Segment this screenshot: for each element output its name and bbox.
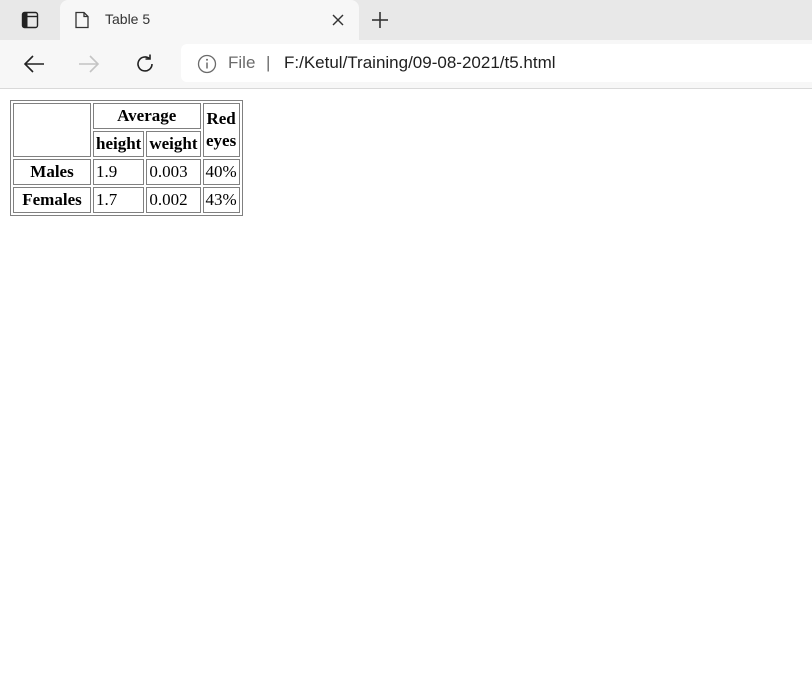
arrow-left-icon	[23, 55, 44, 73]
arrow-right-icon	[79, 55, 100, 73]
data-table: Average Red eyes height weight Males 1.9…	[10, 100, 243, 216]
url-scheme-label: File	[228, 53, 256, 72]
address-bar[interactable]: File | F:/Ketul/Training/09-08-2021/t5.h…	[181, 44, 812, 82]
header-average: Average	[93, 103, 201, 129]
row-label: Females	[13, 187, 91, 213]
table-row: Males 1.9 0.003 40%	[13, 159, 240, 185]
url-separator: |	[266, 53, 271, 72]
page-icon	[75, 11, 89, 29]
cell-weight: 0.003	[146, 159, 201, 185]
corner-cell	[13, 103, 91, 157]
header-height: height	[93, 131, 145, 157]
header-red-eyes: Red eyes	[202, 103, 240, 157]
browser-toolbar: File | F:/Ketul/Training/09-08-2021/t5.h…	[0, 40, 812, 89]
refresh-button[interactable]	[133, 52, 157, 76]
forward-button[interactable]	[77, 52, 101, 76]
cell-weight: 0.002	[146, 187, 201, 213]
tab-actions-icon	[21, 11, 39, 29]
tab-strip: Table 5	[0, 0, 812, 40]
tab-title: Table 5	[105, 11, 151, 27]
plus-icon	[372, 12, 388, 28]
header-red-eyes-line1: Red	[206, 109, 236, 128]
tab-close-button[interactable]	[330, 12, 346, 28]
cell-red-eyes: 43%	[202, 187, 240, 213]
cell-height: 1.9	[93, 159, 145, 185]
header-weight: weight	[146, 131, 201, 157]
cell-height: 1.7	[93, 187, 145, 213]
new-tab-button[interactable]	[368, 8, 392, 32]
header-red-eyes-line2: eyes	[205, 131, 237, 150]
url-text[interactable]: F:/Ketul/Training/09-08-2021/t5.html	[284, 53, 556, 73]
refresh-icon	[137, 54, 153, 72]
cell-red-eyes: 40%	[202, 159, 240, 185]
table-header-row: Average Red eyes	[13, 103, 240, 157]
close-icon	[332, 14, 344, 26]
tab-actions-button[interactable]	[16, 9, 44, 31]
tab-active[interactable]: Table 5	[60, 0, 359, 40]
table-row: Females 1.7 0.002 43%	[13, 187, 240, 213]
info-icon[interactable]	[197, 54, 217, 74]
row-label: Males	[13, 159, 91, 185]
back-button[interactable]	[22, 52, 46, 76]
